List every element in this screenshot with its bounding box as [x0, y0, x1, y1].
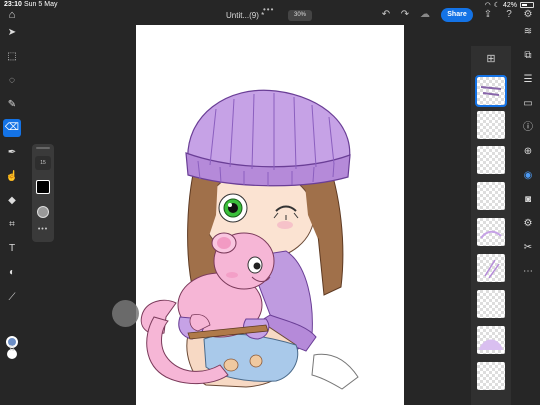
document-more-icon[interactable]: •••	[263, 5, 274, 14]
top-bar: ⌂ ••• Untit...(9) * 30% ↶ ↷ ☁ Share ⇪ ? …	[0, 5, 540, 24]
info-icon[interactable]: ⓘ	[520, 120, 536, 136]
brush-properties-panel: 15 •••	[32, 144, 54, 242]
status-time: 23:10	[4, 1, 22, 8]
eraser-icon[interactable]: ⌫	[3, 119, 21, 137]
left-toolbar: ➤ ⬚ ◌ ✎ ⌫ ✒ ☝ ◆ ⌗ T ◐ ⟋ ⇅	[0, 24, 24, 405]
type-icon[interactable]: T	[3, 240, 21, 258]
layer-thumbnail[interactable]	[475, 75, 507, 107]
home-icon[interactable]: ⌂	[6, 9, 18, 21]
adjust-icon[interactable]: ◐	[3, 264, 21, 282]
document-canvas[interactable]	[136, 25, 404, 405]
select-icon[interactable]: ➤	[3, 24, 21, 42]
canvas-artwork	[140, 89, 359, 390]
fill-icon[interactable]: ◆	[3, 192, 21, 210]
swap-colors-icon[interactable]: ⇅	[3, 340, 21, 358]
layer-thumbnail[interactable]	[477, 326, 505, 354]
layer-preview	[480, 86, 502, 96]
layer-thumbnail[interactable]	[477, 146, 505, 174]
pen-icon[interactable]: ✒	[3, 144, 21, 162]
mask-icon[interactable]: ◙	[520, 192, 536, 208]
crop-icon[interactable]: ⌗	[3, 216, 21, 234]
undo-icon[interactable]: ↶	[380, 9, 392, 21]
panel-drag-handle[interactable]	[36, 147, 50, 149]
brush-size-field[interactable]: 15	[35, 156, 51, 170]
touch-shortcut-button[interactable]	[112, 300, 139, 327]
comment-icon[interactable]: ▭	[520, 96, 536, 112]
document-title[interactable]: Untit...(9) *	[226, 11, 264, 20]
gear-icon[interactable]: ⚙	[522, 9, 534, 21]
eyedropper-icon[interactable]: ⟋	[3, 289, 21, 307]
help-icon[interactable]: ?	[503, 9, 515, 21]
brush-icon[interactable]: ✎	[3, 96, 21, 114]
layer-preview	[479, 339, 503, 350]
brush-opacity-control[interactable]	[37, 206, 49, 218]
more-icon[interactable]: ⋯	[520, 264, 536, 280]
add-mask-icon[interactable]: ⊕	[520, 144, 536, 160]
zoom-level[interactable]: 30%	[288, 10, 312, 21]
layer-thumbnail[interactable]	[477, 218, 505, 246]
layers-panel: ⊞	[471, 46, 511, 405]
transform-icon[interactable]: ⬚	[3, 48, 21, 66]
layer-thumbnail[interactable]	[477, 182, 505, 210]
layer-add-icon[interactable]: ⧉	[520, 48, 536, 64]
share-button[interactable]: Share	[441, 8, 473, 22]
brush-color-swatch[interactable]	[36, 180, 50, 194]
layer-thumbnail[interactable]	[477, 362, 505, 390]
layer-preview	[480, 230, 502, 239]
layers-icon[interactable]: ≋	[520, 24, 536, 40]
adjustments-icon[interactable]: ☰	[520, 72, 536, 88]
app-window: 23:10 Sun 5 May ◠ ☾ 42% ⌂ ••• Untit...(9…	[0, 0, 540, 405]
layer-thumbnail[interactable]	[477, 254, 505, 282]
layer-thumbnail[interactable]	[477, 111, 505, 139]
add-layer-icon[interactable]: ⊞	[485, 53, 497, 65]
layer-preview	[484, 259, 500, 279]
cloud-icon[interactable]: ☁	[419, 9, 431, 21]
redo-icon[interactable]: ↷	[399, 9, 411, 21]
settings-icon[interactable]: ⚙	[520, 216, 536, 232]
export-layer-icon[interactable]: ✂	[520, 240, 536, 256]
visibility-icon[interactable]: ◉	[520, 168, 536, 184]
smudge-icon[interactable]: ☝	[3, 168, 21, 186]
status-date: Sun 5 May	[24, 1, 58, 8]
layer-thumbnail[interactable]	[477, 290, 505, 318]
right-rail: ≋ ⧉ ☰ ▭ ⓘ ⊕ ◉ ◙ ⚙ ✂ ⋯	[516, 22, 540, 405]
lasso-icon[interactable]: ◌	[3, 72, 21, 90]
export-icon[interactable]: ⇪	[482, 9, 494, 21]
brush-more-icon[interactable]: •••	[32, 226, 54, 233]
